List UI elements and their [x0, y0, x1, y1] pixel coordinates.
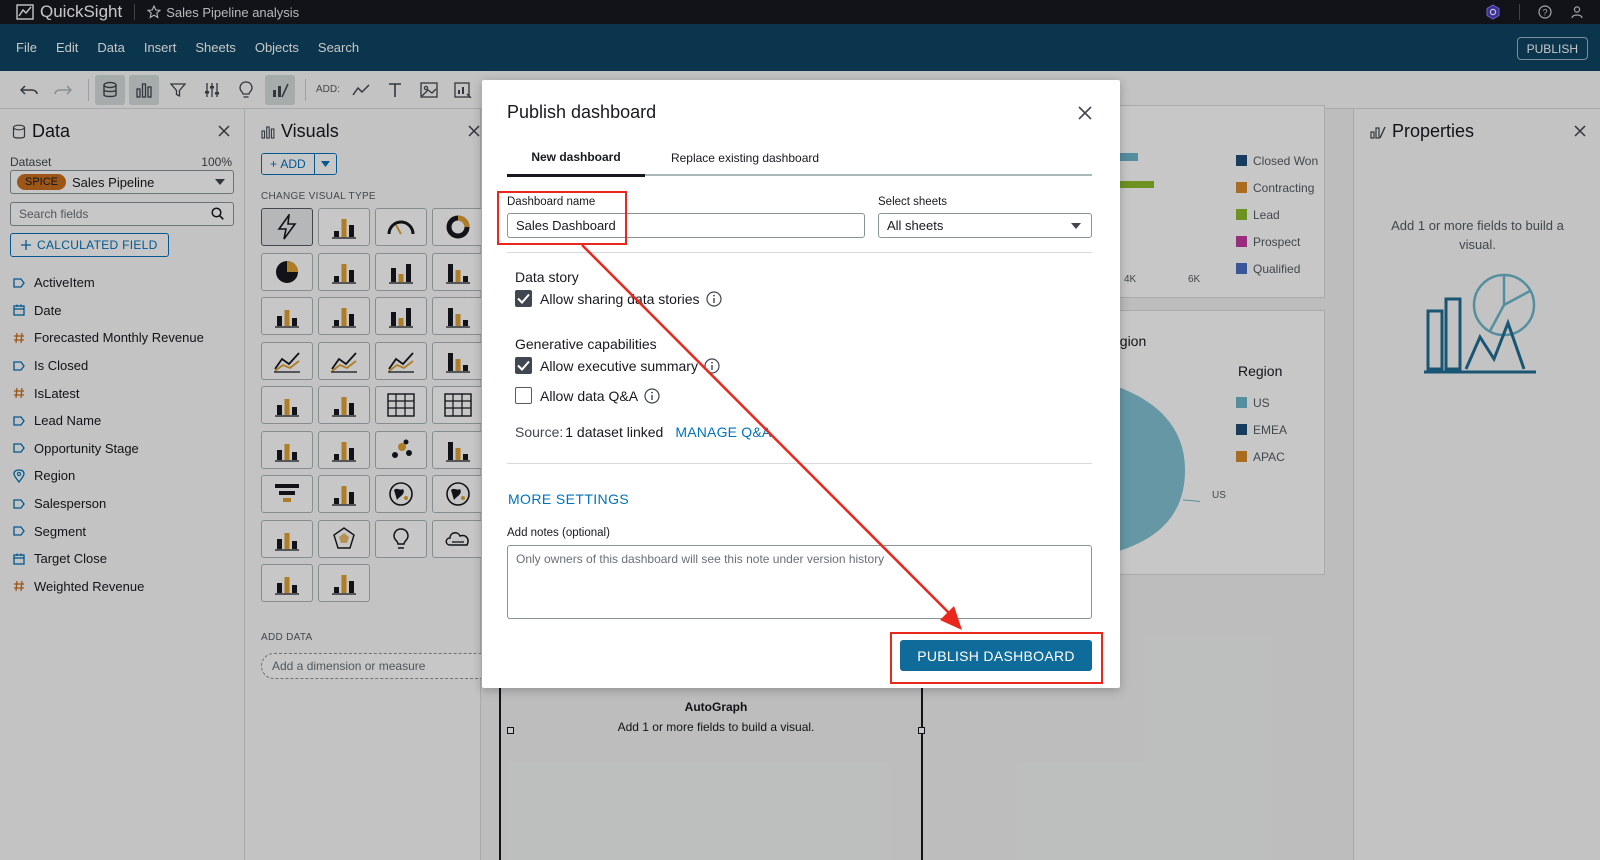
allow-sharing-data-stories-option[interactable]: Allow sharing data stories [515, 290, 722, 307]
notes-textarea[interactable] [507, 545, 1092, 619]
allow-sharing-label: Allow sharing data stories [540, 290, 700, 307]
caret-down-icon [1071, 223, 1081, 229]
qa-source-row: Source: 1 dataset linked MANAGE Q&A [515, 424, 771, 440]
info-icon[interactable] [644, 387, 660, 404]
notes-label: Add notes (optional) [507, 527, 610, 539]
allow-sharing-checkbox[interactable] [515, 290, 532, 307]
manage-qa-link[interactable]: MANAGE Q&A [675, 424, 771, 440]
publish-tabs: New dashboard Replace existing dashboard [507, 140, 1092, 177]
info-icon[interactable] [705, 290, 722, 307]
annotation-highlight-publish-button [890, 632, 1103, 684]
allow-executive-summary-checkbox[interactable] [515, 357, 532, 374]
select-sheets-label: Select sheets [878, 196, 948, 208]
more-settings-link[interactable]: MORE SETTINGS [508, 491, 629, 507]
info-icon[interactable] [704, 357, 720, 374]
allow-data-qa-checkbox[interactable] [515, 387, 532, 404]
source-value: 1 dataset linked [565, 424, 664, 440]
allow-data-qa-option[interactable]: Allow data Q&A [515, 387, 660, 404]
allow-executive-summary-option[interactable]: Allow executive summary [515, 357, 720, 374]
annotation-highlight-dashboard-name [497, 191, 627, 245]
tab-new-dashboard[interactable]: New dashboard [507, 140, 645, 177]
divider [507, 463, 1092, 464]
allow-data-qa-label: Allow data Q&A [540, 387, 639, 404]
dialog-title: Publish dashboard [507, 102, 657, 122]
publish-dashboard-dialog: Publish dashboard New dashboard Replace … [482, 80, 1120, 688]
checkmark-icon [517, 360, 530, 371]
select-sheets-value: All sheets [887, 218, 944, 233]
close-icon[interactable] [1078, 106, 1092, 120]
generative-capabilities-heading: Generative capabilities [515, 336, 657, 352]
quicksight-analysis-page: QuickSight Sales Pipeline analysis ? Fil… [0, 0, 1600, 860]
allow-executive-summary-label: Allow executive summary [540, 357, 698, 374]
select-sheets-dropdown[interactable]: All sheets [878, 213, 1092, 238]
data-story-heading: Data story [515, 269, 579, 285]
checkmark-icon [517, 293, 530, 304]
source-label: Source: [515, 424, 564, 440]
divider [507, 252, 1092, 253]
tab-replace-existing-dashboard[interactable]: Replace existing dashboard [645, 140, 845, 176]
